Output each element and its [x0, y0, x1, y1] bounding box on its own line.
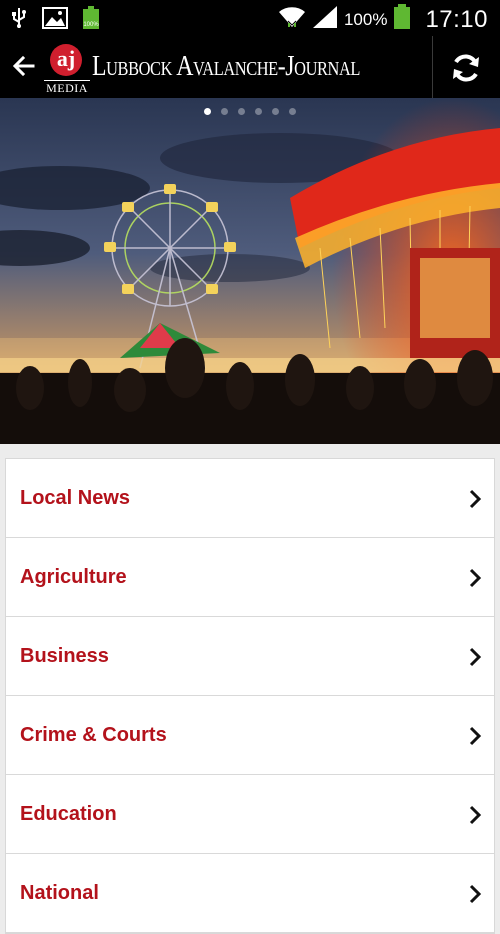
svg-text:100%: 100%: [83, 22, 99, 28]
section-label: Education: [20, 802, 117, 825]
section-label: Local News: [20, 486, 131, 509]
refresh-button[interactable]: [446, 48, 486, 88]
status-bar: 100% 100% 17:10: [0, 0, 500, 36]
chevron-right-icon: [469, 726, 482, 746]
section-label: Agriculture: [20, 565, 127, 588]
battery-icon: [393, 4, 411, 35]
photo-pager[interactable]: [0, 108, 500, 115]
back-button[interactable]: [8, 50, 40, 82]
logo-letters: aj: [50, 44, 82, 76]
section-item-crime-courts[interactable]: Crime & Courts: [6, 696, 494, 775]
image-icon: [42, 7, 68, 34]
notification-icons: 100%: [10, 6, 100, 35]
section-label: Business: [20, 644, 109, 667]
chevron-right-icon: [469, 647, 482, 667]
section-item-education[interactable]: Education: [6, 775, 494, 854]
chevron-right-icon: [469, 884, 482, 904]
usb-icon: [10, 7, 28, 34]
pager-dot[interactable]: [272, 108, 279, 115]
wifi-icon: [278, 5, 306, 34]
battery-percent: 100%: [343, 9, 388, 29]
pager-dot[interactable]: [255, 108, 262, 115]
chevron-right-icon: [469, 568, 482, 588]
section-label: National: [20, 881, 99, 904]
section-item-local-news[interactable]: Local News: [6, 459, 494, 538]
aj-media-logo: aj MEDIA: [44, 42, 90, 96]
chevron-right-icon: [469, 805, 482, 825]
featured-photo[interactable]: [0, 98, 500, 444]
signal-icon: [312, 5, 338, 34]
section-list: Local News Agriculture Business Crime & …: [5, 458, 495, 934]
logo-sub: MEDIA: [44, 80, 90, 96]
clock: 17:10: [425, 5, 488, 33]
pager-dot[interactable]: [238, 108, 245, 115]
back-arrow-icon: [13, 55, 35, 77]
page-title: Lubbock Avalanche-Journal: [92, 50, 361, 82]
fair-photo: [0, 98, 500, 444]
pager-dot[interactable]: [221, 108, 228, 115]
system-icons: 100% 17:10: [278, 4, 488, 35]
app-bar-divider: [432, 36, 433, 98]
pager-dot[interactable]: [204, 108, 211, 115]
section-item-agriculture[interactable]: Agriculture: [6, 538, 494, 617]
refresh-icon: [453, 54, 479, 82]
chevron-right-icon: [469, 489, 482, 509]
section-item-national[interactable]: National: [6, 854, 494, 933]
section-label: Crime & Courts: [20, 723, 167, 746]
pager-dot[interactable]: [289, 108, 296, 115]
battery-small-icon: 100%: [82, 6, 100, 35]
section-item-business[interactable]: Business: [6, 617, 494, 696]
app-bar: aj MEDIA Lubbock Avalanche-Journal: [0, 36, 500, 98]
